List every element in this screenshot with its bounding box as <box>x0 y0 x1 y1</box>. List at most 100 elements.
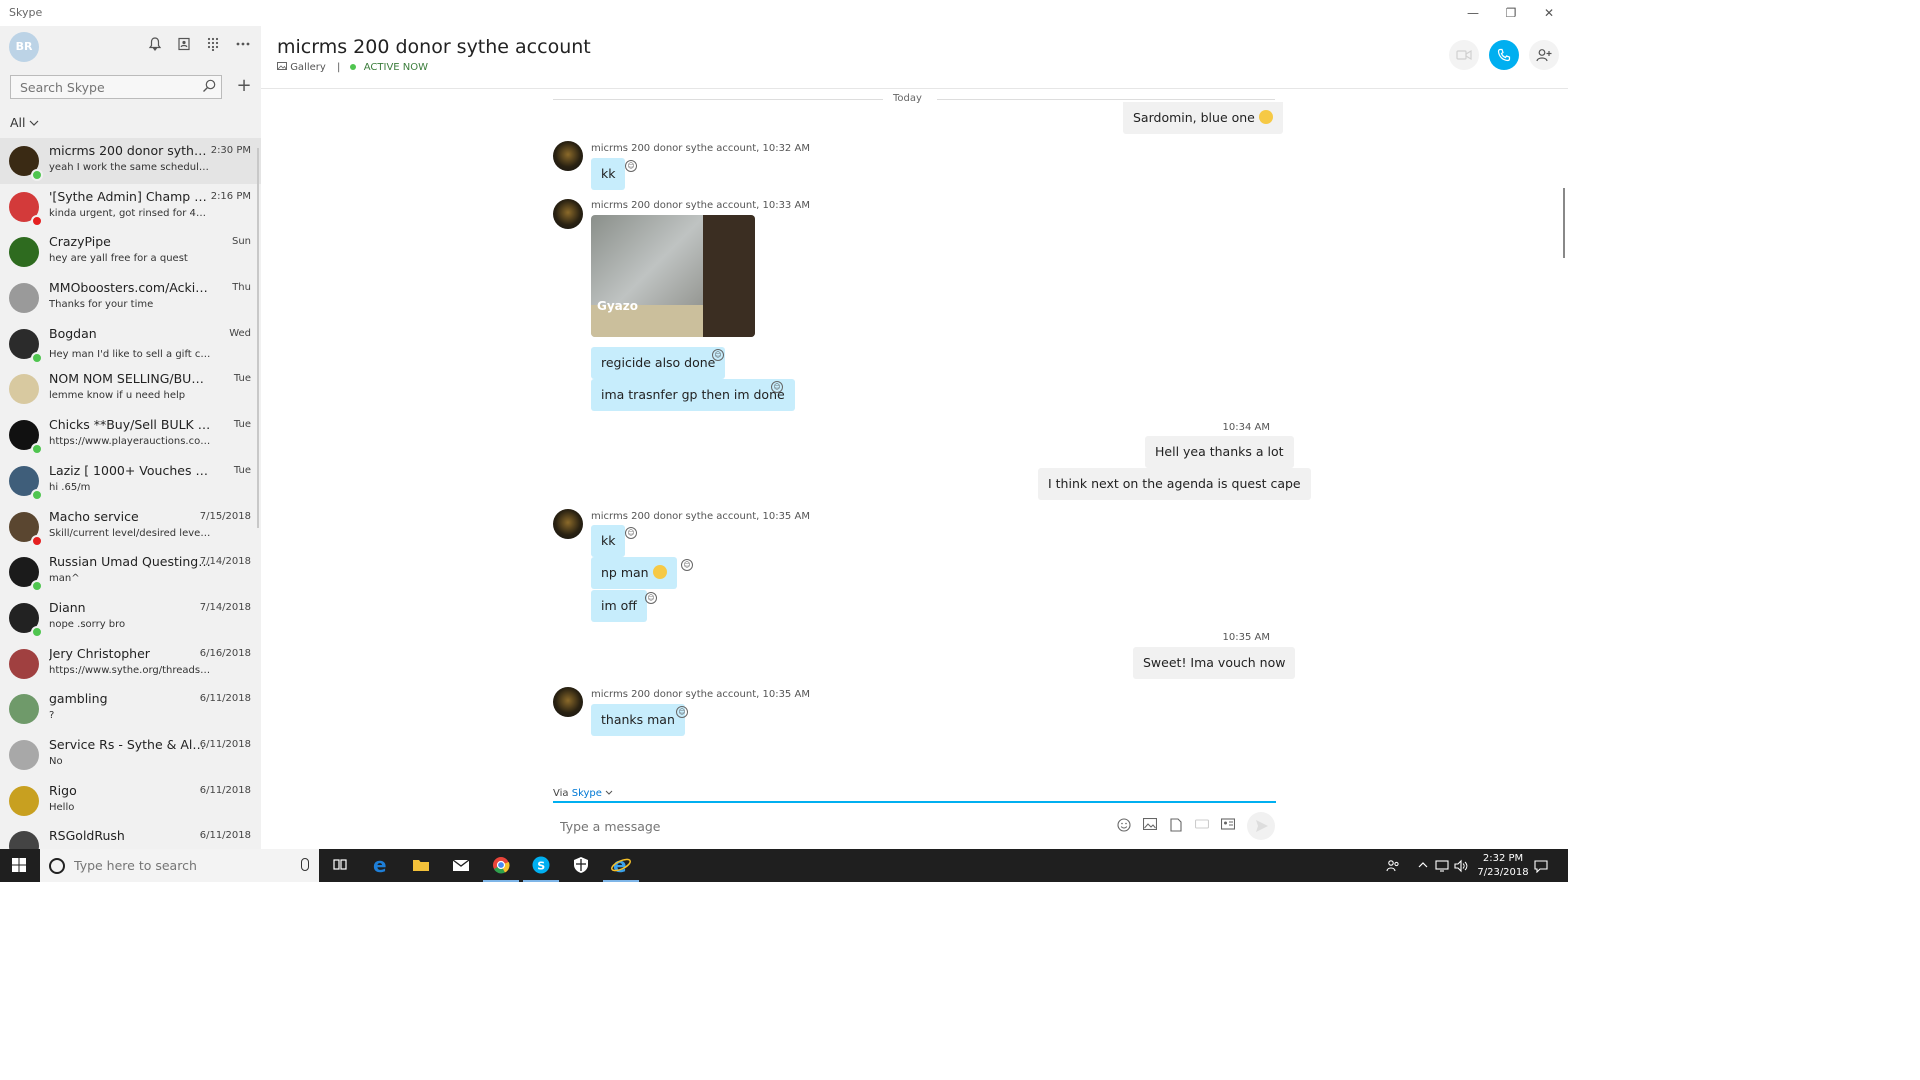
message-meta: micrms 200 donor sythe account, 10:35 AM <box>591 511 810 522</box>
edge-browser-icon[interactable]: e <box>370 853 392 877</box>
gallery-link[interactable]: Gallery <box>290 62 326 73</box>
more-options-icon[interactable] <box>234 37 252 55</box>
task-view-icon[interactable] <box>329 854 351 876</box>
contact-last-message: hey are yall free for a quest <box>49 253 188 265</box>
contact-name: Jery Christopher <box>49 645 150 661</box>
video-call-button[interactable] <box>1449 40 1479 70</box>
contact-list-item[interactable]: Bogdan Hey man I'd like to sell a gift ca… <box>0 321 261 367</box>
emoji-icon[interactable] <box>1116 818 1132 834</box>
audio-call-button[interactable] <box>1489 40 1519 70</box>
contacts-book-icon[interactable] <box>175 37 193 55</box>
contact-list-item[interactable]: CrazyPipe hey are yall free for a quest Su… <box>0 229 261 275</box>
contact-avatar <box>9 831 39 849</box>
mail-icon[interactable] <box>450 854 472 876</box>
file-icon[interactable] <box>1168 818 1184 834</box>
chevron-down-icon[interactable] <box>605 788 613 799</box>
contact-avatar[interactable] <box>553 687 583 717</box>
contact-list-item[interactable]: Service Rs - Sythe & Alwa... No 6/11/2018 <box>0 732 261 778</box>
contact-avatar[interactable] <box>553 199 583 229</box>
security-shield-icon[interactable] <box>570 854 592 876</box>
dialpad-icon[interactable] <box>204 37 222 55</box>
profile-avatar[interactable]: BR <box>9 32 39 62</box>
contact-list-item[interactable]: micrms 200 donor sythe acc... yeah I work… <box>0 138 261 184</box>
incoming-message[interactable]: regicide also done <box>591 347 726 379</box>
conversation-title[interactable]: micrms 200 donor sythe account <box>277 36 591 58</box>
incoming-message[interactable]: kk <box>591 158 626 190</box>
contact-filter-dropdown[interactable]: All <box>10 115 39 130</box>
notifications-bell-icon[interactable] <box>146 37 164 55</box>
contact-card-icon[interactable] <box>1194 818 1210 834</box>
taskbar-search-input[interactable] <box>72 857 296 874</box>
search-icon[interactable] <box>201 78 217 94</box>
send-via-selector[interactable]: Via Skype <box>553 788 613 799</box>
id-card-icon[interactable] <box>1220 818 1236 834</box>
outgoing-message[interactable]: Sardomin, blue one <box>1123 102 1283 134</box>
network-icon[interactable] <box>1435 859 1449 873</box>
contact-list-item[interactable]: Diann nope .sorry bro 7/14/2018 <box>0 595 261 641</box>
contact-list-item[interactable]: Macho service Skill/current level/desired… <box>0 504 261 550</box>
taskbar-search-box[interactable] <box>40 849 319 882</box>
add-reaction-icon[interactable]: ☺ <box>712 349 724 361</box>
gallery-icon[interactable] <box>277 62 290 73</box>
action-center-icon[interactable] <box>1534 859 1548 874</box>
chevron-up-icon[interactable] <box>1416 859 1430 873</box>
send-button[interactable] <box>1247 812 1275 840</box>
outgoing-message[interactable]: Hell yea thanks a lot <box>1145 436 1294 468</box>
add-reaction-icon[interactable]: ☺ <box>645 592 657 604</box>
contact-list-item[interactable]: Laziz [ 1000+ Vouches ] Buy &... hi .65/m… <box>0 458 261 504</box>
minimize-button[interactable]: — <box>1458 3 1488 23</box>
contact-list-item[interactable]: '[Sythe Admin] Champ RSPS... kinda urgent… <box>0 184 261 230</box>
sidebar-scrollbar[interactable] <box>257 148 259 528</box>
new-chat-plus-icon[interactable]: + <box>235 77 253 95</box>
contact-list-item[interactable]: gambling? 6/11/2018 <box>0 686 261 732</box>
add-reaction-icon[interactable]: ☺ <box>771 381 783 393</box>
message-scrollbar[interactable] <box>1563 188 1565 258</box>
search-input[interactable] <box>18 79 202 96</box>
incoming-message[interactable]: thanks man <box>591 704 685 736</box>
image-icon[interactable] <box>1142 817 1158 834</box>
contact-last-message: hi .65/m <box>49 481 91 493</box>
system-clock[interactable]: 2:32 PM 7/23/2018 <box>1474 852 1532 880</box>
message-composer[interactable] <box>553 812 1093 840</box>
contact-list-item[interactable]: Russian Umad Questing |... man^ 7/14/2018 <box>0 549 261 595</box>
via-service[interactable]: Skype <box>572 788 602 799</box>
people-icon[interactable] <box>1386 859 1400 873</box>
search-box[interactable] <box>10 75 222 99</box>
contact-list-item[interactable]: Jery Christopher https://www.sythe.org/th… <box>0 641 261 687</box>
skype-app-icon[interactable]: S <box>530 854 552 876</box>
presence-status-dot <box>31 625 43 638</box>
shared-image-thumbnail[interactable]: Gyazo <box>591 215 755 337</box>
incoming-message[interactable]: ima trasnfer gp then im done <box>591 379 795 411</box>
contact-name: Bogdan <box>49 325 97 341</box>
incoming-message[interactable]: im off <box>591 590 647 622</box>
contact-list-item[interactable]: NOM NOM SELLING/BUYING... lemme know if u… <box>0 366 261 412</box>
outgoing-message[interactable]: I think next on the agenda is quest cape <box>1038 468 1311 500</box>
add-reaction-icon[interactable]: ☺ <box>625 160 637 172</box>
close-button[interactable]: ✕ <box>1534 3 1564 23</box>
windows-start-icon[interactable] <box>12 858 26 872</box>
sidebar: BR + All micrms 200 donor sythe acc... ye… <box>0 26 261 849</box>
contact-avatar[interactable] <box>553 509 583 539</box>
online-status-dot <box>349 64 356 70</box>
incoming-message[interactable]: kk <box>591 525 626 557</box>
add-people-button[interactable] <box>1529 40 1559 70</box>
contact-list-item[interactable]: RSGoldRush 6/11/2018 <box>0 823 261 849</box>
microphone-icon[interactable] <box>301 858 309 871</box>
outgoing-message[interactable]: Sweet! Ima vouch now <box>1133 647 1296 679</box>
internet-explorer-icon[interactable]: e <box>610 853 632 877</box>
file-explorer-icon[interactable] <box>410 854 432 876</box>
contact-list-item[interactable]: Chicks **Buy/Sell BULK 07/RS3... https://… <box>0 412 261 458</box>
volume-icon[interactable] <box>1454 859 1468 873</box>
message-input[interactable] <box>558 818 1082 835</box>
chrome-browser-icon[interactable] <box>490 854 512 876</box>
contact-list-item[interactable]: MMOboosters.com/Ackings - Thanks for your… <box>0 275 261 321</box>
contact-list-item[interactable]: Rigo Hello 6/11/2018 <box>0 778 261 824</box>
add-reaction-icon[interactable]: ☺ <box>681 559 693 571</box>
add-reaction-icon[interactable]: ☺ <box>676 706 688 718</box>
contact-avatar[interactable] <box>553 141 583 171</box>
add-reaction-icon[interactable]: ☺ <box>625 527 637 539</box>
restore-button[interactable]: ❐ <box>1496 3 1526 23</box>
conversation-subheader: Gallery | ACTIVE NOW <box>277 62 428 73</box>
incoming-message[interactable]: np man <box>591 557 677 589</box>
cortana-icon[interactable] <box>49 858 65 874</box>
